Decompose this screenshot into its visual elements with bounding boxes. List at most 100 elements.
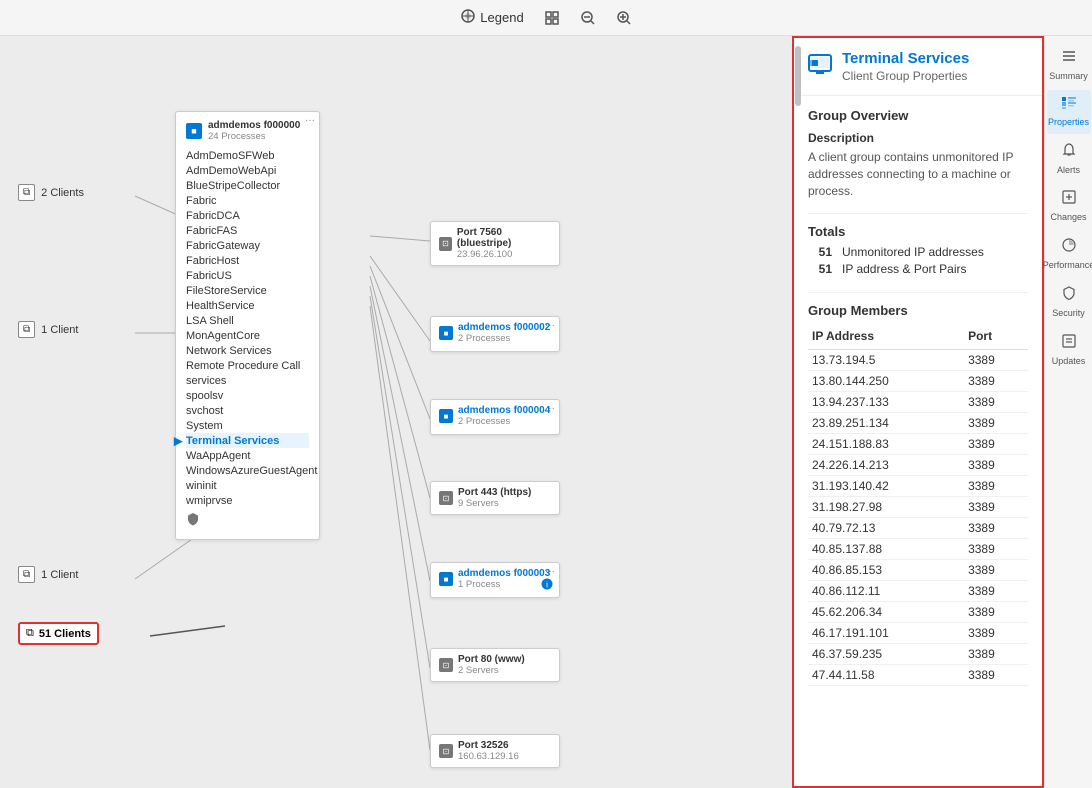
description-text: A client group contains unmonitored IP a… (808, 149, 1028, 199)
port-node-80[interactable]: ⊡ Port 80 (www) 2 Servers (430, 648, 560, 682)
table-row[interactable]: 40.79.72.133389 (808, 518, 1028, 539)
process-item[interactable]: wmiprvse (186, 493, 309, 508)
port-node-32526[interactable]: ⊡ Port 32526 160.63.129.16 (430, 734, 560, 768)
table-row[interactable]: 13.80.144.2503389 (808, 371, 1028, 392)
process-item[interactable]: services (186, 373, 309, 388)
properties-label: Properties (1048, 117, 1089, 128)
totals-row-2: 51 IP address & Port Pairs (808, 262, 1028, 276)
properties-icon (1061, 96, 1077, 115)
center-node-icon: ■ (186, 123, 202, 139)
right-node-f000003[interactable]: ■ admdemos f000003 1 Process ··· i (430, 562, 560, 598)
port-cell: 3389 (964, 623, 1028, 644)
process-item[interactable]: MonAgentCore (186, 328, 309, 343)
right-icon-f000002: ■ (439, 326, 453, 340)
right-panel: Terminal Services Client Group Propertie… (792, 36, 1092, 788)
group-members-title: Group Members (808, 303, 1028, 318)
process-item[interactable]: FabricUS (186, 268, 309, 283)
process-item[interactable]: FabricGateway (186, 238, 309, 253)
highlighted-client-box[interactable]: ⧉ 51 Clients (18, 622, 99, 645)
process-item[interactable]: FabricHost (186, 253, 309, 268)
fit-button[interactable] (544, 10, 560, 26)
right-name-f000003: admdemos f000003 (458, 568, 550, 579)
right-name-f000004: admdemos f000004 (458, 405, 550, 416)
table-row[interactable]: 24.226.14.2133389 (808, 455, 1028, 476)
process-item[interactable]: HealthService (186, 298, 309, 313)
process-item[interactable]: Fabric (186, 193, 309, 208)
ip-cell: 13.80.144.250 (808, 371, 964, 392)
terminal-services-item[interactable]: Terminal Services ▶ (186, 433, 309, 448)
sidebar-item-changes[interactable]: Changes (1047, 183, 1091, 229)
legend-button[interactable]: Legend (460, 8, 523, 27)
process-item[interactable]: spoolsv (186, 388, 309, 403)
updates-label: Updates (1052, 356, 1086, 367)
ip-cell: 24.151.188.83 (808, 434, 964, 455)
process-item[interactable]: LSA Shell (186, 313, 309, 328)
table-row[interactable]: 23.89.251.1343389 (808, 413, 1028, 434)
table-row[interactable]: 40.86.85.1533389 (808, 560, 1028, 581)
more-f000004: ··· (545, 403, 555, 414)
process-item[interactable]: FabricDCA (186, 208, 309, 223)
right-node-f000004[interactable]: ■ admdemos f000004 2 Processes ··· (430, 399, 560, 435)
process-item[interactable]: Remote Procedure Call (186, 358, 309, 373)
port-cell: 3389 (964, 434, 1028, 455)
port-443-icon: ⊡ (439, 491, 453, 505)
center-node-name: admdemos f000000 (208, 120, 300, 131)
port-cell: 3389 (964, 455, 1028, 476)
right-icon-f000004: ■ (439, 409, 453, 423)
panel-title: Terminal Services (842, 50, 969, 67)
table-row[interactable]: 31.198.27.983389 (808, 497, 1028, 518)
table-row[interactable]: 13.94.237.1333389 (808, 392, 1028, 413)
client-node-2[interactable]: ⧉ 1 Client (18, 321, 78, 338)
scrollbar-thumb[interactable] (795, 46, 801, 106)
process-item[interactable]: BlueStripeCollector (186, 178, 309, 193)
process-item[interactable]: svchost (186, 403, 309, 418)
table-row[interactable]: 40.85.137.883389 (808, 539, 1028, 560)
table-row[interactable]: 46.17.191.1013389 (808, 623, 1028, 644)
port-node-7560[interactable]: ⊡ Port 7560 (bluestripe) 23.96.26.100 (430, 221, 560, 266)
right-sub-f000002: 2 Processes (458, 333, 550, 344)
sidebar-item-security[interactable]: Security (1047, 279, 1091, 325)
process-item[interactable]: WaAppAgent (186, 448, 309, 463)
port-cell: 3389 (964, 413, 1028, 434)
port-7560-sub: 23.96.26.100 (457, 249, 551, 260)
graph-area[interactable]: ⧉ 2 Clients ⧉ 1 Client ⧉ 1 Client ⧉ 51 C… (0, 36, 792, 788)
process-item[interactable]: FabricFAS (186, 223, 309, 238)
zoom-out-button[interactable] (580, 10, 596, 26)
process-item[interactable]: wininit (186, 478, 309, 493)
client-box-label: 51 Clients (39, 628, 91, 640)
ip-cell: 23.89.251.134 (808, 413, 964, 434)
port-cell: 3389 (964, 476, 1028, 497)
right-node-f000002[interactable]: ■ admdemos f000002 2 Processes ··· (430, 316, 560, 352)
client-node-1[interactable]: ⧉ 2 Clients (18, 184, 84, 201)
port-cell: 3389 (964, 518, 1028, 539)
table-row[interactable]: 13.73.194.53389 (808, 350, 1028, 371)
table-row[interactable]: 31.193.140.423389 (808, 476, 1028, 497)
sidebar-item-summary[interactable]: Summary (1047, 44, 1091, 88)
table-row[interactable]: 40.86.112.113389 (808, 581, 1028, 602)
sidebar-item-performance[interactable]: Performance (1047, 231, 1091, 277)
sidebar-item-alerts[interactable]: Alerts (1047, 136, 1091, 182)
zoom-in-button[interactable] (616, 10, 632, 26)
sidebar-item-properties[interactable]: Properties (1047, 90, 1091, 134)
performance-label: Performance (1043, 260, 1092, 271)
table-row[interactable]: 47.44.11.583389 (808, 665, 1028, 686)
port-cell: 3389 (964, 665, 1028, 686)
process-item[interactable]: Network Services (186, 343, 309, 358)
port-node-443[interactable]: ⊡ Port 443 (https) 9 Servers (430, 481, 560, 515)
process-item[interactable]: AdmDemoSFWeb (186, 148, 309, 163)
sidebar-item-updates[interactable]: Updates (1047, 327, 1091, 373)
ip-cell: 40.79.72.13 (808, 518, 964, 539)
process-item[interactable]: WindowsAzureGuestAgent (186, 463, 309, 478)
table-row[interactable]: 24.151.188.833389 (808, 434, 1028, 455)
table-row[interactable]: 45.62.206.343389 (808, 602, 1028, 623)
process-item[interactable]: System (186, 418, 309, 433)
client-node-3[interactable]: ⧉ 1 Client (18, 566, 78, 583)
process-item[interactable]: FileStoreService (186, 283, 309, 298)
port-443-sub: 9 Servers (458, 498, 531, 509)
ip-cell: 31.193.140.42 (808, 476, 964, 497)
security-icon (1061, 285, 1077, 306)
port-32526-icon: ⊡ (439, 744, 453, 758)
panel-body: Group Overview Description A client grou… (794, 96, 1042, 786)
process-item[interactable]: AdmDemoWebApi (186, 163, 309, 178)
table-row[interactable]: 46.37.59.2353389 (808, 644, 1028, 665)
